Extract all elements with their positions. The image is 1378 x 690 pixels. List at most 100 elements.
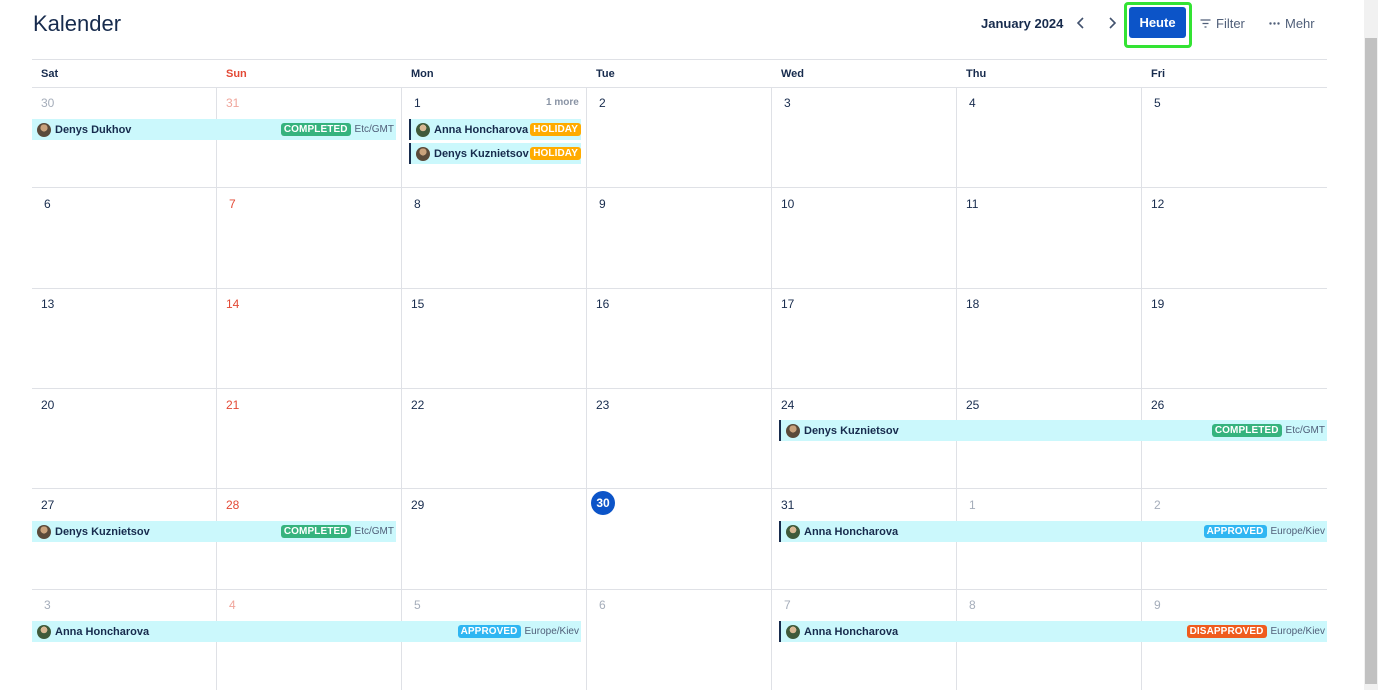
calendar-event[interactable]: Denys Kuznietsov COMPLETED Etc/GMT	[32, 521, 396, 542]
day-cell-number[interactable]: 7	[784, 598, 791, 612]
prev-month-button[interactable]	[1070, 12, 1092, 34]
day-cell-number[interactable]: 2	[1154, 498, 1161, 512]
day-cell-number[interactable]: 23	[596, 398, 609, 412]
avatar	[786, 624, 800, 639]
event-employee-name: Denys Kuznietsov	[804, 424, 899, 437]
day-cell-number[interactable]: 27	[41, 498, 54, 512]
month-label: January 2024	[981, 16, 1064, 31]
status-badge: COMPLETED	[1211, 424, 1282, 437]
chevron-left-icon	[1076, 17, 1084, 29]
day-cell-number[interactable]: 17	[781, 297, 794, 311]
avatar	[37, 624, 51, 639]
status-badge: COMPLETED	[280, 123, 351, 136]
grid-line	[771, 88, 772, 690]
calendar-event[interactable]: Denys Kuznietsov COMPLETED Etc/GMT	[779, 420, 1327, 441]
day-cell-number[interactable]: 30	[41, 96, 54, 110]
day-cell-number[interactable]: 15	[411, 297, 424, 311]
calendar-event[interactable]: Anna Honcharova HOLIDAY	[409, 119, 581, 140]
more-events-link[interactable]: 1 more	[546, 97, 579, 108]
day-cell-number[interactable]: 11	[966, 197, 978, 211]
grid-line	[32, 187, 1327, 188]
calendar-event[interactable]: Anna Honcharova APPROVED Europe/Kiev	[779, 521, 1327, 542]
day-cell-number[interactable]: 8	[414, 197, 421, 211]
day-cell-number[interactable]: 18	[966, 297, 979, 311]
day-cell-number[interactable]: 4	[969, 96, 976, 110]
grid-line	[401, 88, 402, 690]
event-employee-name: Anna Honcharova	[804, 525, 899, 538]
status-badge: DISAPPROVED	[1186, 625, 1267, 638]
weekday-fri: Fri	[1151, 68, 1166, 80]
event-timezone: Etc/GMT	[1285, 425, 1325, 436]
grid-line	[32, 589, 1327, 590]
day-cell-number[interactable]: 31	[226, 96, 239, 110]
event-employee-name: Denys Kuznietsov	[55, 525, 150, 538]
scrollbar-thumb[interactable]	[1365, 38, 1377, 684]
day-cell-number[interactable]: 9	[1154, 598, 1161, 612]
day-cell-number[interactable]: 10	[781, 197, 794, 211]
chevron-right-icon	[1109, 17, 1117, 29]
event-employee-name: Anna Honcharova	[434, 123, 529, 136]
event-timezone: Etc/GMT	[354, 124, 394, 135]
grid-line	[586, 88, 587, 690]
day-cell-number[interactable]: 16	[596, 297, 609, 311]
weekday-mon: Mon	[411, 68, 434, 80]
day-cell-number[interactable]: 8	[969, 598, 976, 612]
event-employee-name: Anna Honcharova	[55, 625, 150, 638]
day-cell-number[interactable]: 5	[1154, 96, 1161, 110]
grid-line	[956, 88, 957, 690]
weekday-wed: Wed	[781, 68, 805, 80]
calendar-event[interactable]: Anna Honcharova APPROVED Europe/Kiev	[32, 621, 581, 642]
day-cell-number[interactable]: 26	[1151, 398, 1164, 412]
day-cell-number[interactable]: 19	[1151, 297, 1164, 311]
calendar-event[interactable]: Denys Kuznietsov HOLIDAY	[409, 143, 581, 164]
day-cell-number[interactable]: 3	[784, 96, 791, 110]
avatar	[786, 524, 800, 539]
day-cell-number[interactable]: 29	[411, 498, 424, 512]
day-cell-number[interactable]: 21	[226, 398, 239, 412]
filter-icon	[1200, 19, 1211, 28]
day-cell-number[interactable]: 24	[781, 398, 794, 412]
status-badge: APPROVED	[457, 625, 521, 638]
day-cell-number[interactable]: 14	[226, 297, 239, 311]
day-cell-number[interactable]: 5	[414, 598, 421, 612]
day-cell-number[interactable]: 4	[229, 598, 236, 612]
day-cell-number[interactable]: 20	[41, 398, 54, 412]
day-cell-number[interactable]: 1	[414, 96, 421, 110]
day-cell-number[interactable]: 1	[969, 498, 976, 512]
day-cell-number[interactable]: 13	[41, 297, 54, 311]
event-employee-name: Denys Dukhov	[55, 123, 132, 136]
grid-line	[1141, 88, 1142, 690]
filter-button[interactable]: Filter	[1200, 16, 1245, 31]
more-label: Mehr	[1285, 16, 1315, 31]
day-cell-number[interactable]: 22	[411, 398, 424, 412]
more-button[interactable]: Mehr	[1269, 16, 1315, 31]
day-cell-number[interactable]: 12	[1151, 197, 1164, 211]
weekday-sun: Sun	[226, 68, 247, 80]
today-marker[interactable]: 30	[591, 491, 615, 515]
event-employee-name: Anna Honcharova	[804, 625, 899, 638]
calendar-toolbar: January 2024 Heute Filter Mehr	[0, 0, 1378, 48]
day-cell-number[interactable]: 28	[226, 498, 239, 512]
day-cell-number[interactable]: 25	[966, 398, 979, 412]
avatar	[37, 122, 51, 137]
day-cell-number[interactable]: 6	[44, 197, 51, 211]
day-cell-number[interactable]: 9	[599, 197, 606, 211]
day-cell-number[interactable]: 7	[229, 197, 236, 211]
day-cell-number[interactable]: 31	[781, 498, 794, 512]
calendar-event[interactable]: Denys Dukhov COMPLETED Etc/GMT	[32, 119, 396, 140]
status-badge: HOLIDAY	[530, 147, 581, 160]
day-cell-number[interactable]: 2	[599, 96, 606, 110]
day-cell-number[interactable]: 6	[599, 598, 606, 612]
filter-label: Filter	[1216, 16, 1245, 31]
event-timezone: Europe/Kiev	[1270, 526, 1325, 537]
grid-line	[32, 288, 1327, 289]
avatar	[37, 524, 51, 539]
next-month-button[interactable]	[1101, 12, 1123, 34]
calendar-event[interactable]: Anna Honcharova DISAPPROVED Europe/Kiev	[779, 621, 1327, 642]
day-cell-number[interactable]: 3	[44, 598, 51, 612]
avatar	[786, 423, 800, 438]
avatar	[416, 146, 430, 161]
grid-line	[216, 88, 217, 690]
today-button[interactable]: Heute	[1129, 7, 1186, 38]
weekday-sat: Sat	[41, 68, 59, 80]
